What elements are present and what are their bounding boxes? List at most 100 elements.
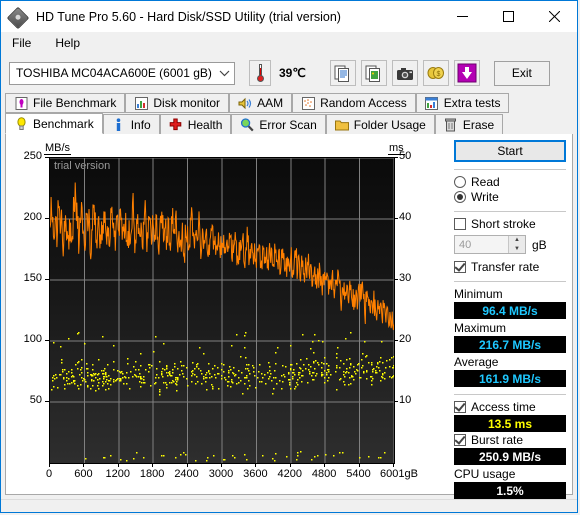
x-tick-mark xyxy=(358,463,360,467)
radio-write-control[interactable] xyxy=(454,191,466,203)
hd-tune-window: HD Tune Pro 5.60 - Hard Disk/SSD Utility… xyxy=(0,0,578,513)
radio-write[interactable]: Write xyxy=(454,190,566,204)
tab-info[interactable]: Info xyxy=(102,114,160,134)
tab-folder-usage[interactable]: Folder Usage xyxy=(325,114,435,134)
extra-tests-icon xyxy=(425,96,439,110)
tab-label: Error Scan xyxy=(259,117,317,132)
stepper-buttons[interactable]: ▲ ▼ xyxy=(508,236,525,253)
checkbox-access-time[interactable]: Access time xyxy=(454,400,566,414)
average-value: 161.9 MB/s xyxy=(454,370,566,387)
y-tick-mark-right xyxy=(394,279,398,280)
drive-select[interactable]: TOSHIBA MC04ACA600E (6001 gB) xyxy=(9,61,235,85)
y-tick-right: 30 xyxy=(399,272,412,284)
tab-erase[interactable]: Erase xyxy=(434,114,504,134)
title-bar: HD Tune Pro 5.60 - Hard Disk/SSD Utility… xyxy=(1,1,577,32)
tab-random-access[interactable]: Random Access xyxy=(292,93,416,113)
x-tick: 6001gB xyxy=(380,468,418,480)
tab-benchmark[interactable]: Benchmark xyxy=(5,113,103,134)
thermometer-icon xyxy=(256,64,264,82)
info-icon xyxy=(112,117,126,132)
checkbox-short-stroke[interactable]: Short stroke xyxy=(454,217,566,231)
tab-extra-tests[interactable]: Extra tests xyxy=(415,93,510,113)
y-tick-mark-left xyxy=(45,279,49,280)
trash-icon xyxy=(444,118,458,132)
tab-file-benchmark[interactable]: File Benchmark xyxy=(5,93,126,113)
plot-area: trial version xyxy=(49,157,395,464)
checkbox-transfer-rate[interactable]: Transfer rate xyxy=(454,260,566,274)
y-tick-right: 50 xyxy=(399,150,412,162)
copy-image-icon[interactable] xyxy=(360,60,387,86)
menu-help[interactable]: Help xyxy=(53,34,90,52)
divider xyxy=(454,281,566,282)
cpu-usage-value: 1.5% xyxy=(454,482,566,499)
checkbox-short-stroke-control[interactable] xyxy=(454,218,466,230)
y-tick-left: 100 xyxy=(23,333,42,345)
y-tick-mark-right xyxy=(394,401,398,402)
y-tick-left: 250 xyxy=(23,150,42,162)
menu-file[interactable]: File xyxy=(10,34,41,52)
tab-label: Health xyxy=(187,117,223,132)
disk-monitor-icon xyxy=(134,96,148,110)
tab-aam[interactable]: AAM xyxy=(229,93,293,113)
radio-read-control[interactable] xyxy=(454,176,466,188)
radio-read[interactable]: Read xyxy=(454,175,566,189)
maximum-value: 216.7 MB/s xyxy=(454,336,566,353)
drive-select-value: TOSHIBA MC04ACA600E (6001 gB) xyxy=(16,66,212,80)
menu-bar: File Help xyxy=(1,32,577,54)
x-tick-mark xyxy=(255,463,257,467)
file-benchmark-icon xyxy=(14,96,28,110)
radio-read-label: Read xyxy=(471,175,500,189)
checkbox-transfer-rate-control[interactable] xyxy=(454,261,466,273)
burst-rate-value: 250.9 MB/s xyxy=(454,448,566,465)
temperature-indicator xyxy=(249,60,271,86)
x-tick: 5400 xyxy=(346,468,371,480)
stepper-up-icon[interactable]: ▲ xyxy=(509,236,525,245)
y-tick-mark-right xyxy=(394,218,398,219)
toolbar-buttons: $ xyxy=(329,60,480,86)
speaker-icon xyxy=(238,96,252,110)
buy-money-icon[interactable]: $ xyxy=(422,60,449,86)
lightbulb-icon xyxy=(14,116,28,131)
health-cross-icon xyxy=(169,118,183,132)
tab-health[interactable]: Health xyxy=(159,114,232,134)
temperature-value: 39℃ xyxy=(279,66,306,80)
copy-text-icon[interactable] xyxy=(329,60,356,86)
divider xyxy=(454,169,566,170)
chevron-down-icon xyxy=(214,70,234,77)
checkbox-short-stroke-label: Short stroke xyxy=(471,217,536,231)
tab-label: Info xyxy=(130,117,151,132)
x-tick-mark xyxy=(152,463,154,467)
tab-label: Random Access xyxy=(320,96,407,110)
x-tick-mark xyxy=(186,463,188,467)
download-arrow-icon[interactable] xyxy=(453,60,480,86)
short-stroke-stepper[interactable]: 40 ▲ ▼ xyxy=(454,235,526,254)
y-tick-right: 40 xyxy=(399,211,412,223)
close-button[interactable] xyxy=(531,1,577,32)
tab-error-scan[interactable]: Error Scan xyxy=(231,114,326,134)
start-button[interactable]: Start xyxy=(454,140,566,162)
divider xyxy=(454,394,566,395)
short-stroke-unit: gB xyxy=(532,237,547,252)
y-tick-mark-right xyxy=(394,157,398,158)
x-tick-mark xyxy=(324,463,326,467)
checkbox-burst-rate-control[interactable] xyxy=(454,434,466,446)
checkbox-access-time-control[interactable] xyxy=(454,401,466,413)
minimum-value: 96.4 MB/s xyxy=(454,302,566,319)
short-stroke-value: 40 xyxy=(459,238,472,251)
radio-write-label: Write xyxy=(471,190,499,204)
maximize-button[interactable] xyxy=(485,1,531,32)
x-tick-mark xyxy=(289,463,291,467)
stepper-down-icon[interactable]: ▼ xyxy=(509,245,525,254)
x-tick-mark xyxy=(220,463,222,467)
tab-label: File Benchmark xyxy=(33,96,117,110)
x-tick-mark xyxy=(49,463,50,467)
y-tick-mark-right xyxy=(394,340,398,341)
y-tick-mark-left xyxy=(45,401,49,402)
y-tick-left: 200 xyxy=(23,211,42,223)
exit-button[interactable]: Exit xyxy=(493,60,550,86)
screenshot-camera-icon[interactable] xyxy=(391,60,418,86)
checkbox-burst-rate[interactable]: Burst rate xyxy=(454,433,566,447)
minimize-button[interactable] xyxy=(439,1,485,32)
tab-disk-monitor[interactable]: Disk monitor xyxy=(125,93,230,113)
tab-label: Extra tests xyxy=(443,96,501,110)
